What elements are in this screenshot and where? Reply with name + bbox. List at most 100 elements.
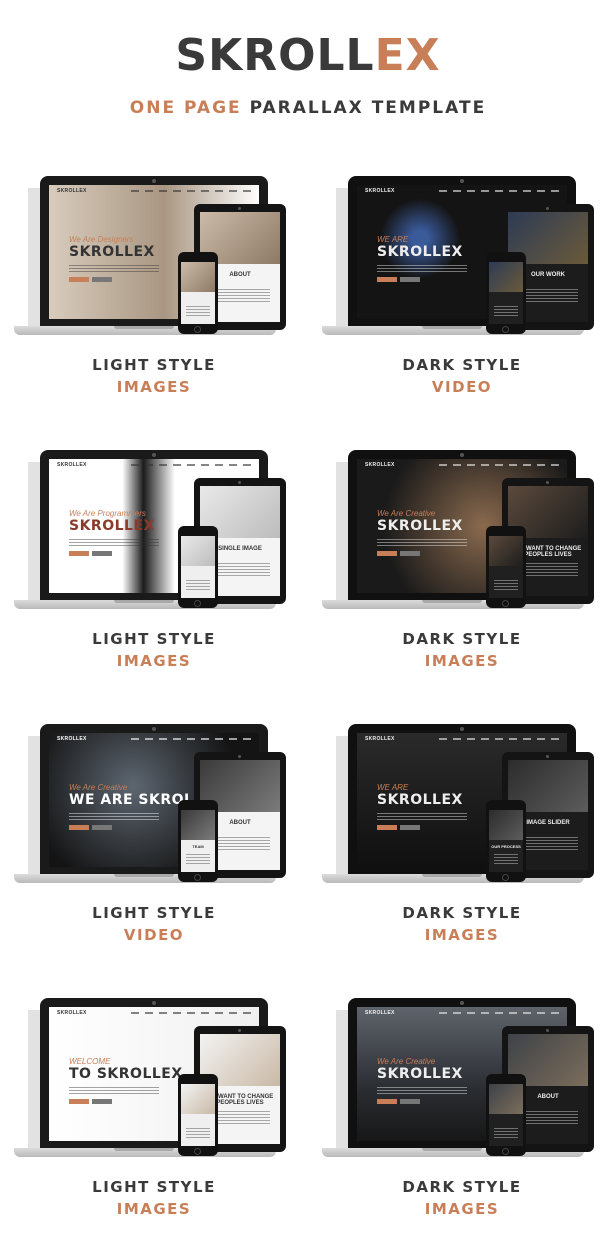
mock-hero-buttons bbox=[69, 551, 159, 556]
preview-card[interactable]: SKROLLEX WE ARE SKROLLEX IMAGE SLIDER OU… bbox=[308, 718, 616, 992]
mock-button bbox=[400, 551, 420, 556]
mock-hero-lines bbox=[377, 264, 467, 272]
mock-hero-sub: WE ARE bbox=[377, 235, 409, 244]
media-label: IMAGES bbox=[424, 926, 500, 944]
device-mockup: SKROLLEX We Are Creative WE ARE SKROLLEX bbox=[14, 724, 294, 888]
phone-text-lines bbox=[186, 1126, 210, 1138]
camera-icon bbox=[460, 727, 464, 731]
header: SKROLLEX ONE PAGE PARALLAX TEMPLATE bbox=[0, 28, 616, 118]
phone-frame bbox=[486, 252, 526, 334]
home-button-icon bbox=[502, 1148, 509, 1155]
device-mockup: SKROLLEX WE ARE SKROLLEX OUR WORK bbox=[322, 176, 602, 340]
media-label: IMAGES bbox=[116, 378, 192, 396]
home-button-icon bbox=[194, 326, 201, 333]
tagline-rest: PARALLAX TEMPLATE bbox=[249, 98, 487, 118]
camera-icon bbox=[152, 1001, 156, 1005]
home-button-icon bbox=[194, 874, 201, 881]
mock-nav-links bbox=[439, 190, 559, 192]
mock-button bbox=[400, 825, 420, 830]
mock-hero-sub: WE ARE bbox=[377, 783, 409, 792]
mock-hero-lines bbox=[69, 264, 159, 272]
camera-icon bbox=[460, 453, 464, 457]
camera-icon bbox=[546, 481, 549, 484]
device-mockup: SKROLLEX We Are Creative SKROLLEX WE WAN… bbox=[322, 450, 602, 614]
preview-card[interactable]: SKROLLEX We Are Designers SKROLLEX ABOUT… bbox=[0, 170, 308, 444]
phone-screen bbox=[181, 262, 215, 324]
camera-icon bbox=[460, 179, 464, 183]
phone-frame bbox=[178, 252, 218, 334]
mock-hero: WE ARE SKROLLEX bbox=[377, 783, 467, 830]
mock-hero-buttons bbox=[69, 277, 159, 282]
phone-screen bbox=[181, 1084, 215, 1146]
mock-nav-links bbox=[439, 738, 559, 740]
preview-card[interactable]: SKROLLEX WELCOME TO SKROLLEX WE WANT TO … bbox=[0, 992, 308, 1237]
phone-text-lines bbox=[494, 578, 518, 590]
mock-brand: SKROLLEX bbox=[365, 1010, 395, 1016]
media-label: VIDEO bbox=[431, 378, 493, 396]
camera-icon bbox=[238, 207, 241, 210]
phone-image bbox=[489, 1084, 523, 1114]
phone-text-lines bbox=[186, 304, 210, 316]
mock-hero-lines bbox=[377, 812, 467, 820]
home-button-icon bbox=[502, 326, 509, 333]
camera-icon bbox=[152, 727, 156, 731]
phone-title: TEAM bbox=[192, 844, 204, 849]
media-label: VIDEO bbox=[123, 926, 185, 944]
phone-text-lines bbox=[186, 852, 210, 864]
phone-screen bbox=[181, 536, 215, 598]
camera-icon bbox=[546, 755, 549, 758]
mock-nav-links bbox=[131, 738, 251, 740]
mock-nav-links bbox=[439, 464, 559, 466]
mock-hero-title: SKROLLEX bbox=[377, 792, 463, 808]
tablet-text-lines bbox=[518, 562, 578, 576]
mock-button bbox=[400, 1099, 420, 1104]
phone-frame bbox=[486, 1074, 526, 1156]
phone-screen bbox=[489, 1084, 523, 1146]
mock-nav: SKROLLEX bbox=[357, 459, 567, 473]
mock-hero-buttons bbox=[69, 1099, 183, 1104]
phone-screen: OUR PROCESS bbox=[489, 810, 523, 872]
preview-card[interactable]: SKROLLEX We Are Creative SKROLLEX ABOUT … bbox=[308, 992, 616, 1237]
preview-card[interactable]: SKROLLEX We Are Creative WE ARE SKROLLEX bbox=[0, 718, 308, 992]
home-button-icon bbox=[194, 600, 201, 607]
mock-hero-lines bbox=[69, 538, 159, 546]
home-button-icon bbox=[502, 600, 509, 607]
mock-button bbox=[92, 551, 112, 556]
style-label: DARK STYLE bbox=[402, 630, 522, 648]
style-label: LIGHT STYLE bbox=[92, 630, 216, 648]
media-label: IMAGES bbox=[116, 652, 192, 670]
tagline: ONE PAGE PARALLAX TEMPLATE bbox=[0, 98, 616, 118]
style-label: DARK STYLE bbox=[402, 904, 522, 922]
mock-button bbox=[92, 1099, 112, 1104]
mock-nav: SKROLLEX bbox=[49, 185, 259, 199]
style-label: LIGHT STYLE bbox=[92, 356, 216, 374]
phone-screen: TEAM bbox=[181, 810, 215, 872]
phone-title: OUR PROCESS bbox=[491, 844, 521, 849]
mock-hero: We Are Programmers SKROLLEX bbox=[69, 509, 159, 556]
mock-hero-buttons bbox=[377, 277, 467, 282]
media-label: IMAGES bbox=[116, 1200, 192, 1218]
mock-nav: SKROLLEX bbox=[357, 733, 567, 747]
tablet-text-lines bbox=[518, 288, 578, 302]
phone-image bbox=[489, 810, 523, 840]
phone-screen bbox=[489, 536, 523, 598]
mock-brand: SKROLLEX bbox=[57, 1010, 87, 1016]
mock-hero: We Are Creative SKROLLEX bbox=[377, 1057, 467, 1104]
preview-card[interactable]: SKROLLEX We Are Programmers SKROLLEX SIN… bbox=[0, 444, 308, 718]
device-mockup: SKROLLEX We Are Creative SKROLLEX ABOUT bbox=[322, 998, 602, 1162]
mock-nav-links bbox=[131, 1012, 251, 1014]
phone-image bbox=[489, 262, 523, 292]
device-mockup: SKROLLEX We Are Designers SKROLLEX ABOUT bbox=[14, 176, 294, 340]
preview-card[interactable]: SKROLLEX WE ARE SKROLLEX OUR WORK DARK S… bbox=[308, 170, 616, 444]
mock-brand: SKROLLEX bbox=[57, 736, 87, 742]
logo: SKROLLEX bbox=[0, 28, 616, 84]
tablet-text-lines bbox=[210, 1110, 270, 1124]
preview-card[interactable]: SKROLLEX We Are Creative SKROLLEX WE WAN… bbox=[308, 444, 616, 718]
mock-button bbox=[92, 277, 112, 282]
style-label: DARK STYLE bbox=[402, 356, 522, 374]
tablet-text-lines bbox=[210, 562, 270, 576]
mock-hero-title: SKROLLEX bbox=[377, 518, 463, 534]
mock-brand: SKROLLEX bbox=[365, 188, 395, 194]
mock-hero-lines bbox=[69, 812, 159, 820]
phone-frame bbox=[486, 526, 526, 608]
